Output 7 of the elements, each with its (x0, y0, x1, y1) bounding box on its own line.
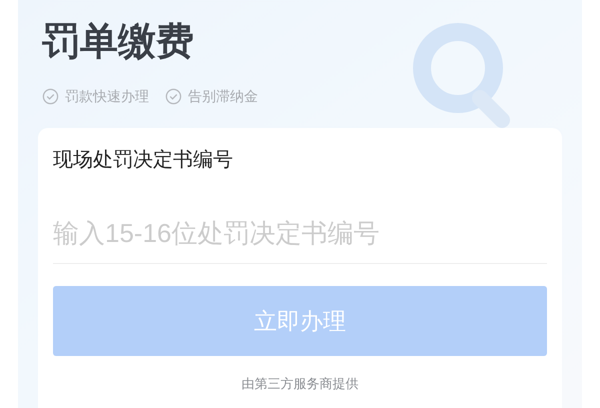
field-label: 现场处罚决定书编号 (53, 148, 234, 173)
check-circle-icon (165, 88, 182, 105)
page-title: 罚单缴费 (42, 20, 195, 65)
check-circle-icon (42, 88, 59, 105)
provider-note: 由第三方服务商提供 (240, 375, 360, 393)
feature-text: 罚款快速办理 (65, 87, 149, 106)
feature-text: 告别滞纳金 (188, 87, 258, 106)
